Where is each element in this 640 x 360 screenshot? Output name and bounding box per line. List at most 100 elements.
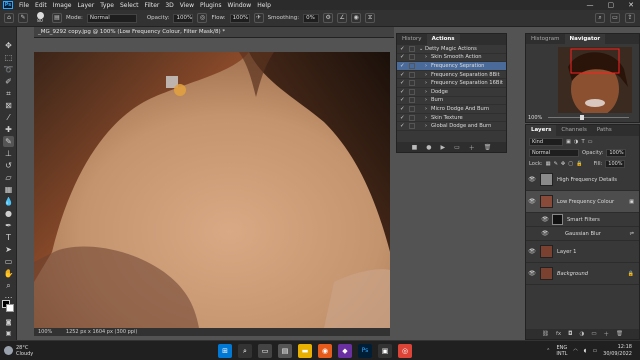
layer-thumbnail[interactable] xyxy=(540,245,553,258)
new-set-icon[interactable]: ▭ xyxy=(454,144,460,151)
brush-preset-icon[interactable]: ✎ xyxy=(18,13,28,23)
stop-icon[interactable]: ■ xyxy=(412,144,418,151)
delete-icon[interactable]: 🗑 xyxy=(484,144,492,151)
tab-paths[interactable]: Paths xyxy=(592,125,617,136)
action-item[interactable]: ✓ › Frequency Separation 16Bit xyxy=(397,79,506,88)
maximize-icon[interactable]: ▢ xyxy=(608,1,615,9)
menu-help[interactable]: Help xyxy=(254,2,274,9)
firefox-icon[interactable]: ◉ xyxy=(318,344,332,358)
action-toggle-icon[interactable]: ✓ xyxy=(400,115,406,121)
action-item[interactable]: ✓ › Skin Texture xyxy=(397,114,506,123)
layer-row[interactable]: 👁 Gaussian Blur ⇌ xyxy=(526,227,639,241)
action-toggle-icon[interactable]: ✓ xyxy=(400,63,406,69)
layer-thumbnail[interactable] xyxy=(540,173,553,186)
layer-style-icon[interactable]: fx xyxy=(556,331,561,337)
action-item[interactable]: ✓ › Micro Dodge And Burn xyxy=(397,105,506,114)
action-toggle-icon[interactable]: ✓ xyxy=(400,97,406,103)
photoshop-taskbar-icon[interactable]: Ps xyxy=(358,344,372,358)
lock-paint-icon[interactable]: ✎ xyxy=(553,161,557,167)
layer-filter-select[interactable]: Kind xyxy=(529,137,563,146)
flow-field[interactable]: 100% xyxy=(229,13,250,23)
start-icon[interactable]: ⊞ xyxy=(218,344,232,358)
dialog-toggle-box[interactable] xyxy=(409,45,415,52)
image-canvas[interactable] xyxy=(34,52,390,328)
menu-layer[interactable]: Layer xyxy=(74,2,97,9)
new-action-icon[interactable]: ＋ xyxy=(469,143,475,152)
blur-tool-icon[interactable]: 💧 xyxy=(3,196,14,207)
eyedropper-tool-icon[interactable]: ⁄ xyxy=(3,112,14,123)
opacity-field[interactable]: 100% xyxy=(173,13,194,23)
visibility-eye-icon[interactable]: 👁 xyxy=(527,270,537,277)
record-icon[interactable]: ● xyxy=(426,144,431,151)
play-icon[interactable]: ▶ xyxy=(440,144,445,151)
menu-type[interactable]: Type xyxy=(97,2,117,9)
menu-image[interactable]: Image xyxy=(50,2,75,9)
action-item[interactable]: ✓ › Skin Smooth Action xyxy=(397,54,506,63)
filter-pixel-icon[interactable]: ▣ xyxy=(566,139,571,145)
visibility-eye-icon[interactable]: 👁 xyxy=(527,198,537,205)
link-layers-icon[interactable]: ⛓ xyxy=(542,331,549,337)
action-toggle-icon[interactable]: ✓ xyxy=(400,54,406,60)
tab-channels[interactable]: Channels xyxy=(556,125,591,136)
action-toggle-icon[interactable]: ✓ xyxy=(400,72,406,78)
pressure-size-icon[interactable]: ◉ xyxy=(351,13,362,23)
dialog-toggle-box[interactable] xyxy=(409,88,415,95)
wifi-icon[interactable]: ◠ xyxy=(573,348,577,354)
close-icon[interactable]: ✕ xyxy=(628,1,634,9)
lasso-tool-icon[interactable]: ➰ xyxy=(3,64,14,75)
action-item[interactable]: ✓ › Frequency Separation 8Bit xyxy=(397,71,506,80)
navigator-thumbnail[interactable] xyxy=(558,47,632,113)
zoom-tool-icon[interactable]: ⌕ xyxy=(3,280,14,291)
visibility-eye-icon[interactable]: 👁 xyxy=(527,248,537,255)
home-icon[interactable]: ⌂ xyxy=(4,13,14,23)
action-toggle-icon[interactable]: ✓ xyxy=(400,106,406,112)
layer-row[interactable]: 👁 High Frequency Details xyxy=(526,169,639,191)
share-icon[interactable]: ⇪ xyxy=(625,13,635,23)
dialog-toggle-box[interactable] xyxy=(409,80,415,87)
store-icon[interactable]: ▣ xyxy=(378,344,392,358)
menu-filter[interactable]: Filter xyxy=(142,2,163,9)
frame-tool-icon[interactable]: ⊠ xyxy=(3,100,14,111)
menu-window[interactable]: Window xyxy=(225,2,255,9)
airbrush-icon[interactable]: ✈ xyxy=(253,13,264,23)
healing-tool-icon[interactable]: ✚ xyxy=(3,124,14,135)
lock-all-icon[interactable]: 🔒 xyxy=(576,161,582,167)
tab-actions[interactable]: Actions xyxy=(426,34,460,45)
dialog-toggle-box[interactable] xyxy=(409,54,415,61)
marquee-tool-icon[interactable]: ⬚ xyxy=(3,52,14,63)
brush-angle-icon[interactable]: ∠ xyxy=(337,13,348,23)
brush-size-picker[interactable]: 80 xyxy=(32,12,48,24)
add-mask-icon[interactable]: ◘ xyxy=(568,331,572,337)
action-toggle-icon[interactable]: ✓ xyxy=(400,46,406,52)
filter-blend-icon[interactable]: ⇌ xyxy=(630,231,634,237)
menu-select[interactable]: Select xyxy=(117,2,142,9)
dialog-toggle-box[interactable] xyxy=(409,114,415,121)
crop-tool-icon[interactable]: ⌗ xyxy=(3,88,14,99)
clock[interactable]: 12:18 30/09/2022 xyxy=(603,344,632,358)
app-icon[interactable]: ◆ xyxy=(338,344,352,358)
visibility-eye-icon[interactable]: 👁 xyxy=(540,216,550,223)
fill-field[interactable]: 100% xyxy=(605,159,626,168)
brush-settings-icon[interactable]: ▤ xyxy=(52,13,62,23)
volume-icon[interactable]: ◖ xyxy=(584,348,587,354)
tray-chevron-icon[interactable]: ⌃ xyxy=(546,348,550,354)
navigator-zoom-slider[interactable] xyxy=(548,115,629,120)
tab-layers[interactable]: Layers xyxy=(526,125,557,136)
shape-tool-icon[interactable]: ▭ xyxy=(3,256,14,267)
search-taskbar-icon[interactable]: ⌕ xyxy=(238,344,252,358)
smoothing-settings-icon[interactable]: ⚙ xyxy=(323,13,334,23)
dialog-toggle-box[interactable] xyxy=(409,123,415,130)
layer-row[interactable]: 👁 Layer 1 xyxy=(526,241,639,263)
pressure-opacity-icon[interactable]: ◎ xyxy=(197,13,208,23)
dialog-toggle-box[interactable] xyxy=(409,62,415,69)
path-select-tool-icon[interactable]: ➤ xyxy=(3,244,14,255)
document-tab[interactable]: _MG_9292 copy.jpg @ 100% (Low Frequency … xyxy=(34,27,394,38)
dialog-toggle-box[interactable] xyxy=(409,97,415,104)
layer-thumbnail[interactable] xyxy=(540,195,553,208)
action-toggle-icon[interactable]: ✓ xyxy=(400,89,406,95)
hand-tool-icon[interactable]: ✋ xyxy=(3,268,14,279)
language-label[interactable]: ENG xyxy=(556,345,568,351)
pen-tool-icon[interactable]: ✒ xyxy=(3,220,14,231)
layer-opacity-field[interactable]: 100% xyxy=(606,148,627,157)
menu-edit[interactable]: Edit xyxy=(32,2,50,9)
